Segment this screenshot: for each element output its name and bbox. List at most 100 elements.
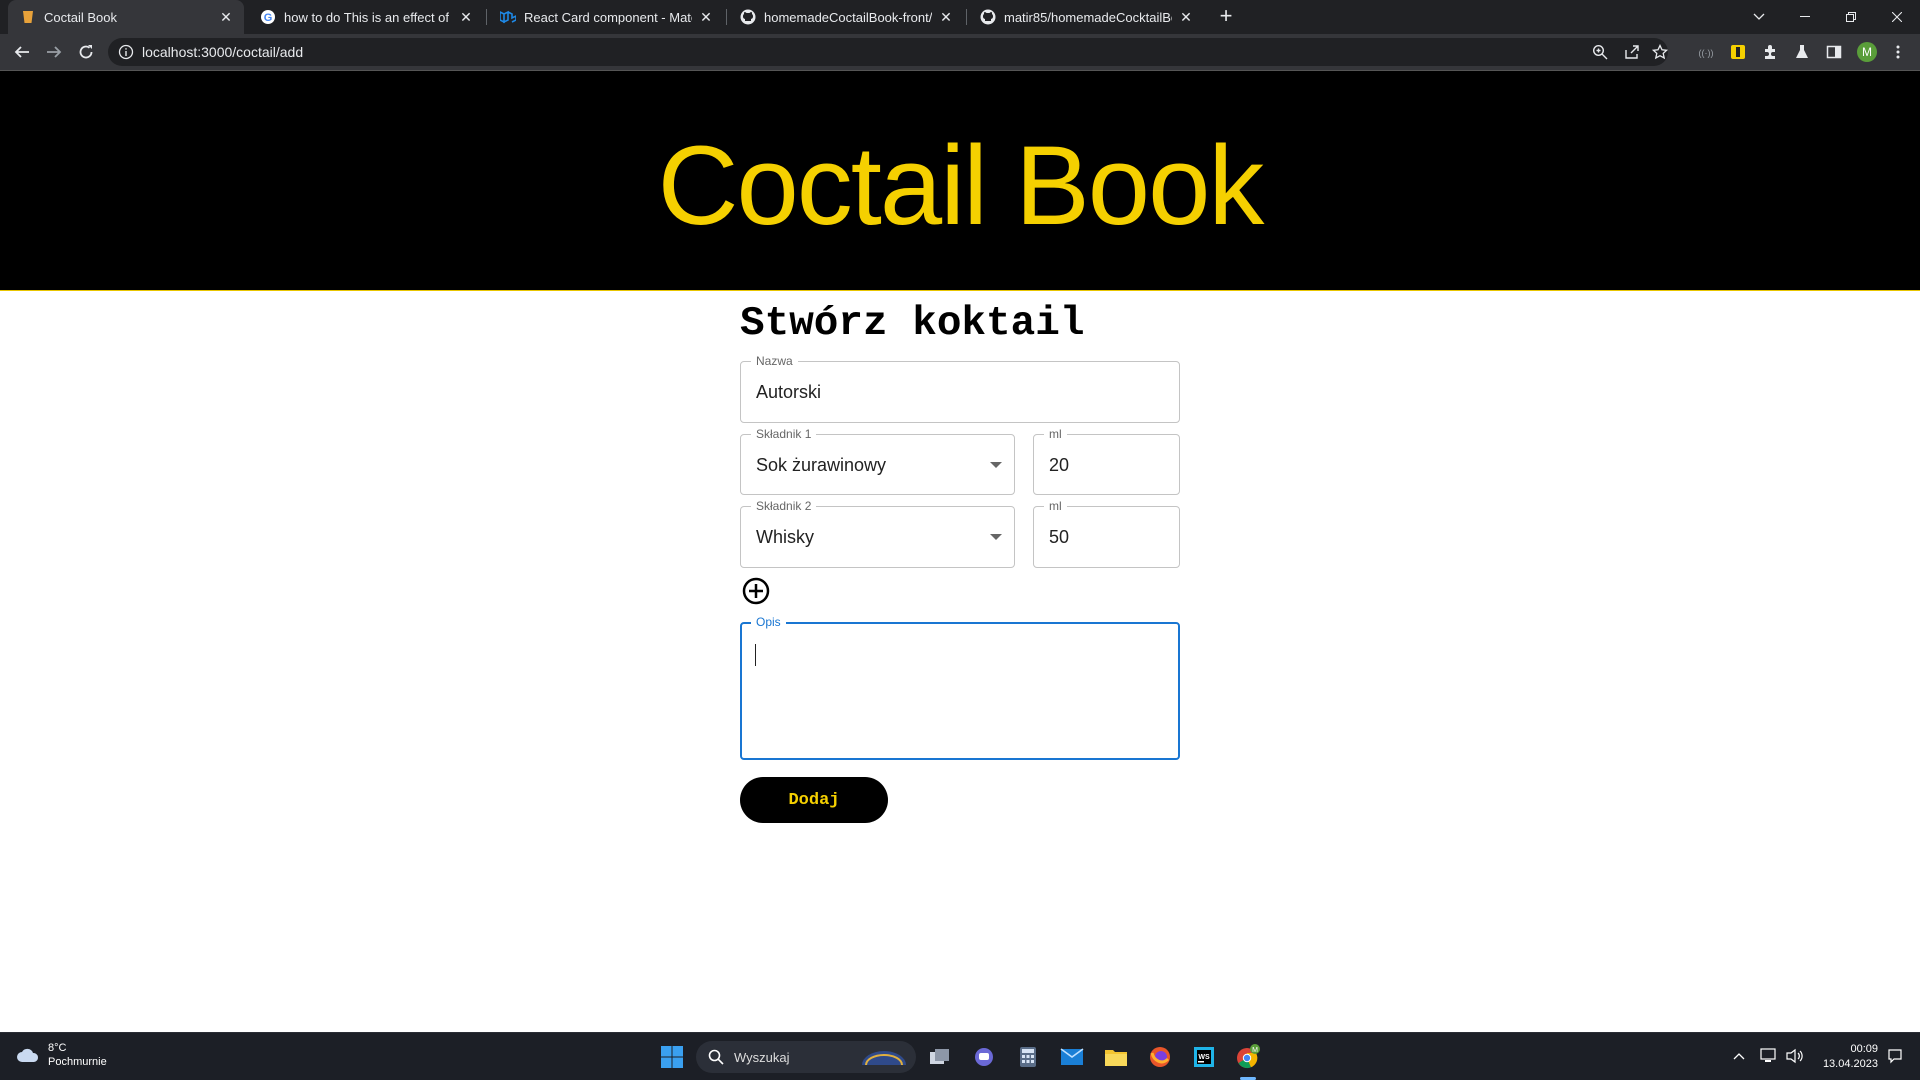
- teams-chat-icon[interactable]: [968, 1041, 1000, 1073]
- google-icon: G: [260, 9, 276, 25]
- share-icon[interactable]: [1624, 44, 1640, 60]
- tab-mui[interactable]: React Card component - Material ✕: [488, 0, 724, 34]
- avatar[interactable]: M: [1856, 41, 1878, 63]
- weather-widget[interactable]: 8°C Pochmurnie: [16, 1041, 107, 1069]
- clock-time: 00:09: [1850, 1043, 1878, 1055]
- file-explorer-icon[interactable]: [1100, 1041, 1132, 1073]
- mui-icon: [500, 9, 516, 25]
- minimize-icon[interactable]: [1782, 0, 1828, 34]
- add-ingredient-button[interactable]: [740, 575, 772, 607]
- browser-toolbar: localhost:3000/coctail/add ((·)) M: [0, 34, 1920, 70]
- tab-separator: [486, 9, 487, 25]
- close-window-icon[interactable]: [1874, 0, 1920, 34]
- mail-icon[interactable]: [1056, 1041, 1088, 1073]
- tab-separator: [966, 9, 967, 25]
- tab-separator: [726, 9, 727, 25]
- form-heading: Stwórz koktail: [740, 301, 1085, 347]
- tab-google[interactable]: G how to do This is an effect of mu ✕: [248, 0, 484, 34]
- volume-icon[interactable]: [1786, 1047, 1804, 1065]
- search-icon: [708, 1049, 724, 1065]
- ingredient-1-label: Składnik 1: [751, 427, 817, 441]
- back-icon[interactable]: [10, 40, 34, 64]
- reload-icon[interactable]: [74, 40, 98, 64]
- ingredient-1-ml-label: ml: [1044, 427, 1067, 441]
- puzzle-icon[interactable]: [1762, 44, 1778, 60]
- ingredient-2-ml-field[interactable]: ml 50: [1033, 499, 1180, 568]
- weather-desc: Pochmurnie: [48, 1056, 107, 1068]
- coctail-favicon: [20, 9, 36, 25]
- ingredient-1-ml-value[interactable]: 20: [1049, 455, 1069, 476]
- more-menu-icon[interactable]: [1890, 44, 1906, 60]
- webstorm-icon[interactable]: WS: [1188, 1041, 1220, 1073]
- forward-icon[interactable]: [42, 40, 66, 64]
- github-icon: [980, 9, 996, 25]
- svg-text:M: M: [1252, 1047, 1258, 1054]
- avatar-initial: M: [1862, 45, 1872, 59]
- ingredient-1-ml-field[interactable]: ml 20: [1033, 427, 1180, 495]
- taskbar: 8°C Pochmurnie Wyszukaj WS M 00:09 13.04…: [0, 1032, 1920, 1080]
- tab-strip: Coctail Book ✕ G how to do This is an ef…: [0, 0, 1920, 34]
- url-text[interactable]: localhost:3000/coctail/add: [142, 44, 303, 60]
- close-tab-icon[interactable]: ✕: [938, 9, 954, 25]
- clock[interactable]: 00:09 13.04.2023: [1818, 1042, 1878, 1072]
- tab-search-icon[interactable]: [1736, 0, 1782, 34]
- chevron-down-icon[interactable]: [990, 462, 1002, 468]
- svg-text:((·)): ((·)): [1699, 48, 1714, 58]
- cloud-icon: [17, 1048, 39, 1062]
- zoom-icon[interactable]: [1592, 44, 1608, 60]
- name-field-label: Nazwa: [751, 354, 798, 368]
- bookmark-star-icon[interactable]: [1651, 43, 1669, 60]
- description-field-label: Opis: [751, 615, 786, 629]
- name-field-value[interactable]: Autorski: [756, 382, 821, 403]
- address-bar[interactable]: localhost:3000/coctail/add: [108, 38, 1669, 66]
- svg-text:G: G: [264, 12, 273, 24]
- restore-icon[interactable]: [1828, 0, 1874, 34]
- weather-temp: 8°C: [48, 1042, 67, 1054]
- firefox-icon[interactable]: [1144, 1041, 1176, 1073]
- submit-button[interactable]: Dodaj: [740, 777, 888, 823]
- chevron-up-icon[interactable]: [1730, 1047, 1748, 1065]
- tab-title: Coctail Book: [44, 9, 117, 25]
- ingredient-1-select[interactable]: Składnik 1 Sok żurawinowy: [740, 427, 1015, 495]
- ingredient-2-value[interactable]: Whisky: [756, 527, 814, 548]
- cast-icon[interactable]: ((·)): [1698, 44, 1714, 60]
- ingredient-2-ml-value[interactable]: 50: [1049, 527, 1069, 548]
- tab-github-front[interactable]: homemadeCoctailBook-front/ad ✕: [728, 0, 964, 34]
- search-highlight-icon: [862, 1051, 906, 1066]
- ingredient-2-ml-label: ml: [1044, 499, 1067, 513]
- calculator-icon[interactable]: [1012, 1041, 1044, 1073]
- page-header: Coctail Book: [0, 71, 1920, 291]
- chrome-icon[interactable]: M: [1232, 1041, 1264, 1073]
- side-panel-icon[interactable]: [1826, 44, 1842, 60]
- extension-icon[interactable]: [1730, 44, 1746, 60]
- notification-icon[interactable]: [1886, 1047, 1904, 1065]
- github-icon: [740, 9, 756, 25]
- tab-title: matir85/homemadeCocktailBook: [1004, 9, 1172, 25]
- description-field[interactable]: Opis: [740, 615, 1180, 760]
- close-tab-icon[interactable]: ✕: [458, 9, 474, 25]
- ingredient-1-value[interactable]: Sok żurawinowy: [756, 455, 886, 476]
- ingredient-2-label: Składnik 2: [751, 499, 817, 513]
- tab-github-repo[interactable]: matir85/homemadeCocktailBook ✕: [968, 0, 1204, 34]
- add-circle-icon: [742, 577, 770, 605]
- tab-title: how to do This is an effect of mu: [284, 9, 452, 25]
- site-title: Coctail Book: [657, 123, 1265, 248]
- tab-coctail-book[interactable]: Coctail Book ✕: [8, 0, 244, 34]
- clock-date: 13.04.2023: [1822, 1058, 1878, 1070]
- new-tab-button[interactable]: +: [1214, 5, 1238, 29]
- network-icon[interactable]: [1760, 1047, 1778, 1065]
- windows-start-icon[interactable]: [656, 1041, 688, 1073]
- taskbar-search[interactable]: Wyszukaj: [696, 1041, 916, 1073]
- name-field[interactable]: Nazwa Autorski: [740, 354, 1180, 423]
- close-tab-icon[interactable]: ✕: [698, 9, 714, 25]
- ingredient-2-select[interactable]: Składnik 2 Whisky: [740, 499, 1015, 568]
- close-tab-icon[interactable]: ✕: [218, 9, 234, 25]
- chevron-down-icon[interactable]: [990, 534, 1002, 540]
- info-icon[interactable]: [118, 44, 134, 60]
- text-cursor: [755, 644, 756, 666]
- search-label: Wyszukaj: [734, 1050, 790, 1065]
- task-view-icon[interactable]: [924, 1041, 956, 1073]
- tab-title: React Card component - Material: [524, 9, 692, 25]
- close-tab-icon[interactable]: ✕: [1178, 9, 1194, 25]
- flask-icon[interactable]: [1794, 44, 1810, 60]
